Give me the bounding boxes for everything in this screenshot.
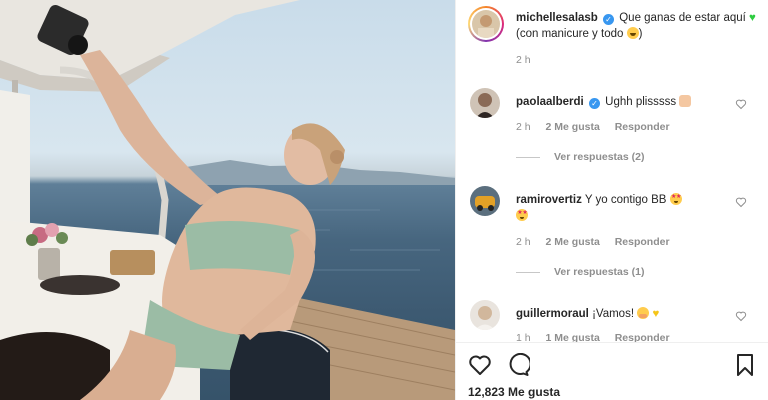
post-photo[interactable] [0,0,455,400]
view-replies-button[interactable]: Ver respuestas (2) [516,151,644,163]
comment-username[interactable]: ramirovertiz [516,194,582,206]
star-struck-emoji-icon [669,193,682,205]
heart-outline-icon[interactable] [735,196,747,208]
post-time[interactable]: 2 h [516,54,531,66]
replies-divider [516,156,540,158]
author-username[interactable]: michellesalasb [516,12,598,24]
commenter-avatar[interactable] [470,300,500,330]
post-actions-bar: 12,823 Me gusta [456,342,768,400]
laughing-emoji-icon [626,27,639,39]
caption-text-2: (con manicure y todo [516,28,624,40]
likes-label: Me gusta [508,385,561,399]
likes-number: 12,823 [468,385,505,399]
speech-bubble-icon [509,353,530,376]
comment-likes[interactable]: 2 Me gusta [546,121,600,133]
author-avatar[interactable] [472,10,500,38]
comment-item: guillermoraul ¡Vamos! ♥ 1 h 1 Me gusta R… [468,300,763,344]
reply-button[interactable]: Responder [615,121,670,133]
heart-outline-icon[interactable] [735,310,747,322]
likes-count[interactable]: 12,823 Me gusta [468,385,560,399]
comment-text: Y yo contigo BB [584,194,667,206]
green-heart-icon: ♥ [749,12,756,24]
post-image [0,0,455,400]
caption-text-3: ) [638,28,643,40]
comments-panel: michellesalasb ✓ Que ganas de estar aquí… [455,0,768,400]
hugging-emoji-icon [637,307,650,319]
comment-username[interactable]: guillermoraul [516,308,589,320]
star-struck-emoji-icon [516,209,528,221]
heart-outline-icon[interactable] [735,98,747,110]
caption-text: Que ganas de estar aquí [619,12,746,24]
view-replies-button[interactable]: Ver respuestas (1) [516,266,644,278]
save-button[interactable] [733,353,757,377]
comment-button[interactable] [506,353,530,377]
like-button[interactable] [468,353,492,377]
bookmark-icon [737,354,753,376]
comment-text: ¡Vamos! [592,308,635,320]
commenter-avatar[interactable] [470,186,500,216]
comment-text: Ughh plisssss [605,96,677,108]
hands-emoji-icon [679,95,692,107]
replies-divider [516,271,540,273]
comment-item: ramirovertiz Y yo contigo BB 2 h 2 Me gu… [468,186,763,286]
comment-item: paolaalberdi ✓ Ughh plisssss 2 h 2 Me gu… [468,88,763,178]
heart-outline-icon [469,355,491,375]
verified-badge-icon: ✓ [603,14,615,25]
reply-button[interactable]: Responder [615,236,670,248]
story-ring[interactable] [468,6,504,42]
comment-time[interactable]: 2 h [516,236,531,248]
verified-badge-icon: ✓ [588,98,600,109]
post-caption: michellesalasb ✓ Que ganas de estar aquí… [468,6,763,66]
commenter-avatar[interactable] [470,88,500,118]
view-replies-label: Ver respuestas (2) [554,151,645,163]
comment-username[interactable]: paolaalberdi [516,96,584,108]
view-replies-label: Ver respuestas (1) [554,266,645,278]
comment-likes[interactable]: 2 Me gusta [546,236,600,248]
comment-time[interactable]: 2 h [516,121,531,133]
yellow-heart-icon: ♥ [652,308,660,320]
